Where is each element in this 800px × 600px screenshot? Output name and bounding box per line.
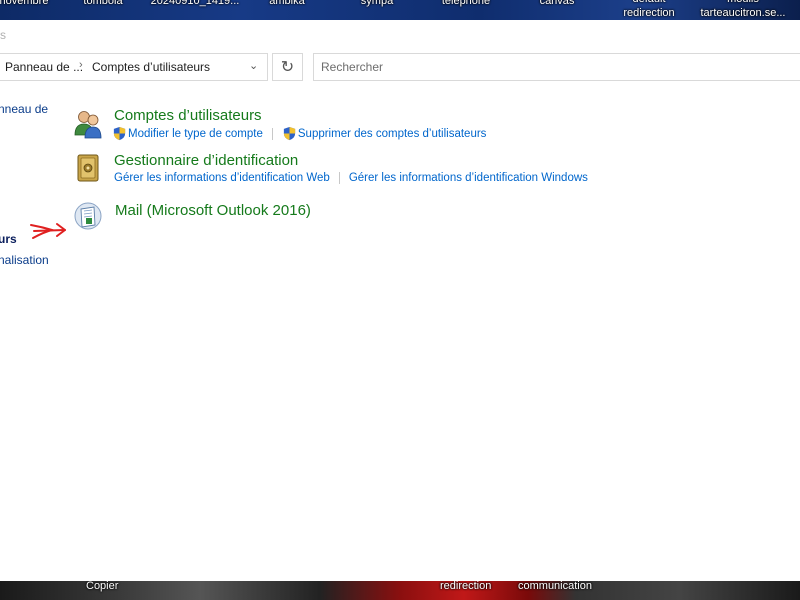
link-divider bbox=[338, 172, 340, 184]
desktop-icon-label[interactable]: 20240910_1419... bbox=[150, 0, 240, 8]
credential-vault-icon[interactable] bbox=[72, 152, 104, 184]
manage-web-credentials-link[interactable]: Gérer les informations d’identification … bbox=[114, 172, 330, 184]
desktop-icon-label[interactable]: telephone bbox=[436, 0, 496, 8]
chevron-down-icon[interactable]: ⌄ bbox=[249, 59, 258, 72]
uac-shield-icon bbox=[283, 126, 295, 141]
credential-manager-title[interactable]: Gestionnaire d’identification bbox=[114, 152, 298, 169]
desktop-background-top: novembre tombola 20240910_1419... ambika… bbox=[0, 0, 800, 20]
refresh-icon: ↻ bbox=[280, 59, 295, 76]
credential-manager-links: Gérer les informations d’identification … bbox=[114, 172, 588, 184]
address-bar[interactable]: Panneau de ... › Comptes d’utilisateurs … bbox=[0, 53, 268, 81]
change-account-type-label[interactable]: Modifier le type de compte bbox=[128, 128, 263, 140]
title-fragment: s bbox=[0, 28, 6, 42]
breadcrumb-current[interactable]: Comptes d’utilisateurs bbox=[92, 60, 210, 74]
desktop-icon-label[interactable]: novembre bbox=[0, 0, 54, 8]
user-accounts-links: Modifier le type de compte Supprimer des… bbox=[112, 126, 486, 141]
desktop-icon-label[interactable]: Copier bbox=[86, 581, 118, 592]
desktop-icon-label[interactable]: default redirection bbox=[615, 0, 683, 20]
control-panel-window: s Panneau de ... › Comptes d’utilisateur… bbox=[0, 20, 800, 581]
left-nav-link[interactable]: nneau de bbox=[0, 102, 48, 116]
refresh-button[interactable]: ↻ bbox=[272, 53, 303, 81]
desktop-icon-label[interactable]: sympa bbox=[352, 0, 402, 8]
mail-title[interactable]: Mail (Microsoft Outlook 2016) bbox=[115, 202, 311, 219]
change-account-type-link[interactable]: Modifier le type de compte bbox=[112, 126, 263, 141]
annotation-arrow-icon bbox=[30, 223, 66, 239]
desktop-icon-label[interactable]: canvas bbox=[532, 0, 582, 8]
desktop-icon-label[interactable]: moulis tarteaucitron.se... bbox=[693, 0, 793, 20]
users-icon[interactable] bbox=[72, 108, 104, 140]
search-input[interactable] bbox=[313, 53, 800, 81]
desktop-icon-label[interactable]: ambika bbox=[262, 0, 312, 8]
breadcrumb-parent[interactable]: Panneau de ... bbox=[5, 60, 83, 74]
delete-accounts-link[interactable]: Supprimer des comptes d’utilisateurs bbox=[282, 126, 487, 141]
desktop-background-bottom: Copier redirection communication bbox=[0, 581, 800, 600]
link-divider bbox=[271, 127, 273, 140]
desktop-icon-label[interactable]: tombola bbox=[78, 0, 128, 8]
user-accounts-title[interactable]: Comptes d’utilisateurs bbox=[114, 107, 262, 124]
mail-icon[interactable] bbox=[72, 200, 104, 232]
breadcrumb-separator-icon[interactable]: › bbox=[79, 59, 83, 71]
left-nav-current: urs bbox=[0, 232, 17, 246]
uac-shield-icon bbox=[113, 126, 126, 141]
desktop-icon-label[interactable]: redirection bbox=[440, 581, 491, 592]
delete-accounts-label[interactable]: Supprimer des comptes d’utilisateurs bbox=[298, 128, 487, 140]
desktop-icon-label[interactable]: communication bbox=[518, 581, 592, 592]
manage-windows-credentials-link[interactable]: Gérer les informations d’identification … bbox=[349, 172, 588, 184]
left-nav-link[interactable]: nalisation bbox=[0, 253, 49, 267]
